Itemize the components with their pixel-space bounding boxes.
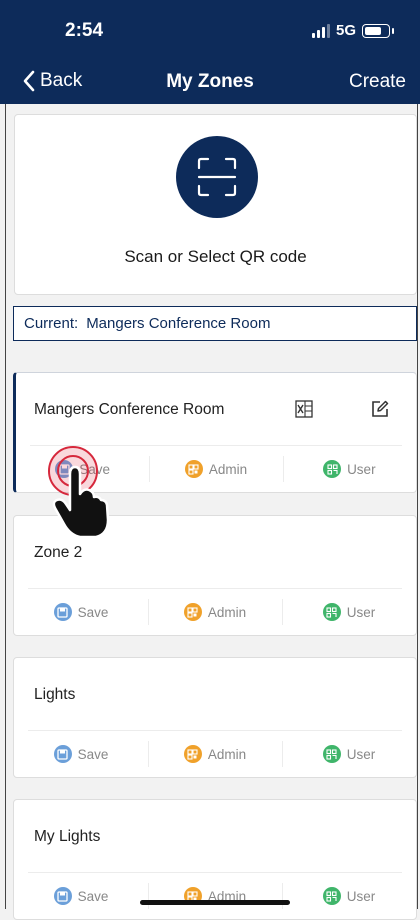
current-zone-bar: Current: Mangers Conference Room (13, 306, 417, 341)
user-label: User (346, 604, 376, 620)
zone-toolbar (294, 399, 390, 419)
user-label: User (346, 888, 376, 904)
back-label: Back (40, 70, 83, 91)
admin-icon (183, 603, 202, 621)
save-button[interactable]: Save (14, 883, 148, 909)
zone-card[interactable]: Mangers Conference Room Save Admin User (13, 372, 417, 493)
zone-name: Zone 2 (34, 544, 83, 561)
admin-label: Admin (207, 746, 247, 762)
admin-label: Admin (208, 461, 248, 477)
zone-name: My Lights (34, 828, 101, 845)
zone-card[interactable]: Zone 2 Save Admin User (13, 515, 417, 636)
save-label: Save (77, 604, 109, 620)
zone-divider (28, 730, 402, 731)
save-icon (53, 603, 72, 621)
save-icon (55, 460, 74, 478)
user-icon (322, 745, 341, 763)
battery-icon (362, 23, 394, 38)
status-indicators: 5G (311, 22, 394, 39)
edit-icon[interactable] (370, 399, 390, 419)
user-icon (322, 887, 341, 905)
back-button[interactable]: Back (22, 70, 82, 92)
save-button[interactable]: Save (14, 741, 148, 767)
save-icon (53, 745, 72, 763)
user-icon (323, 460, 342, 478)
zone-name: Mangers Conference Room (34, 401, 225, 418)
status-time: 2:54 (65, 20, 104, 41)
user-icon (322, 603, 341, 621)
save-label: Save (77, 888, 109, 904)
admin-button[interactable]: Admin (148, 883, 282, 909)
scan-label: Scan or Select QR code (124, 247, 307, 266)
zone-divider (30, 445, 402, 446)
current-label: Current: (24, 315, 79, 332)
user-button[interactable]: User (282, 883, 416, 909)
scan-qr-button[interactable] (176, 136, 258, 218)
right-edge-line (417, 104, 418, 909)
zone-name: Lights (34, 686, 76, 703)
current-zone-value: Mangers Conference Room (86, 315, 271, 332)
zone-card[interactable]: Lights Save Admin User (13, 657, 417, 778)
zone-actions: Save Admin User (14, 883, 416, 909)
user-button[interactable]: User (282, 599, 416, 625)
zone-actions: Save Admin User (16, 456, 416, 482)
admin-label: Admin (207, 604, 247, 620)
scan-qr-icon (197, 157, 237, 197)
create-button[interactable]: Create (349, 71, 406, 93)
save-button[interactable]: Save (16, 456, 149, 482)
save-icon (53, 887, 72, 905)
user-label: User (346, 746, 376, 762)
zone-actions: Save Admin User (14, 599, 416, 625)
zone-divider (28, 872, 402, 873)
user-label: User (347, 461, 376, 477)
admin-button[interactable]: Admin (149, 456, 282, 482)
back-chevron-icon (23, 70, 35, 92)
zone-divider (28, 588, 402, 589)
left-edge-line (5, 104, 6, 909)
zone-actions: Save Admin User (14, 741, 416, 767)
user-button[interactable]: User (282, 456, 416, 482)
network-label: 5G (335, 22, 356, 39)
excel-icon[interactable] (294, 399, 314, 419)
admin-icon (184, 460, 203, 478)
app-header: 2:54 5G Back My Zones Create (0, 0, 420, 104)
admin-icon (183, 745, 202, 763)
home-indicator (140, 900, 290, 905)
user-button[interactable]: User (282, 741, 416, 767)
signal-icon (311, 23, 330, 38)
admin-button[interactable]: Admin (148, 599, 282, 625)
save-label: Save (79, 461, 111, 477)
scan-card[interactable]: Scan or Select QR code (14, 114, 417, 295)
admin-button[interactable]: Admin (148, 741, 282, 767)
save-button[interactable]: Save (14, 599, 148, 625)
save-label: Save (77, 746, 109, 762)
